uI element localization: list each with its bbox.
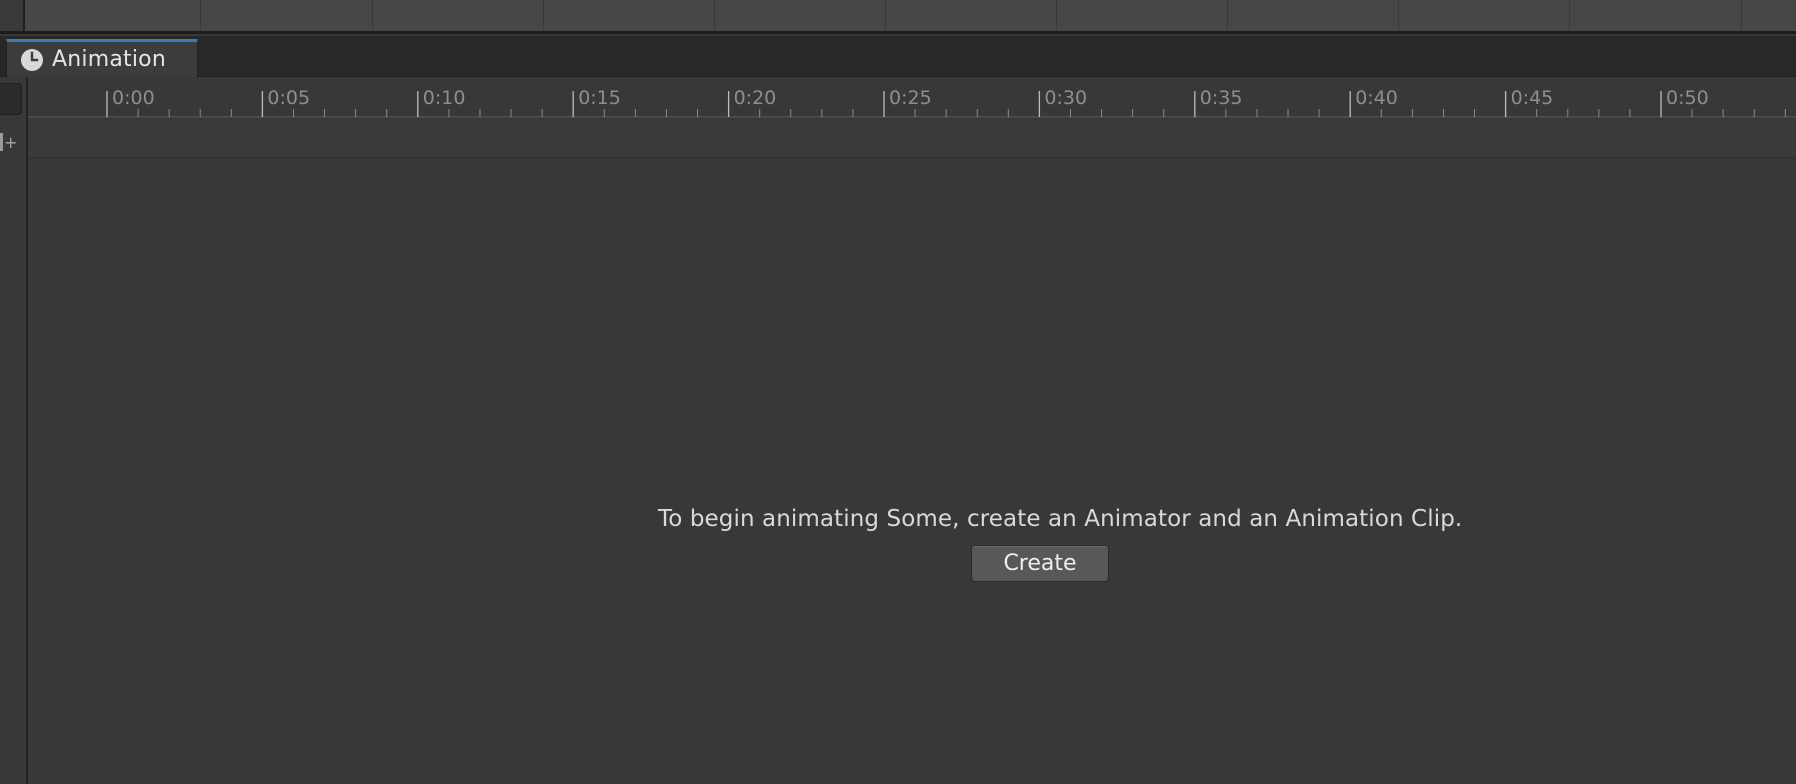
ruler-ticks: 0:00 0:05 0:10 0:15 0:20 0:25 0:30 0:35 0:40 0:45… [106, 87, 1786, 117]
grid-line [543, 0, 544, 34]
timeline-ruler[interactable]: 0:00 0:05 0:10 0:15 0:20 0:25 0:30 0:35 0:40 0:45… [28, 77, 1796, 118]
upper-panel-divider [0, 31, 1796, 34]
ruler-label: 0:40 [1355, 87, 1398, 109]
ruler-label: 0:30 [1044, 87, 1087, 109]
upper-panel-strip [0, 0, 1796, 34]
animation-window: Animation + 0:00 0:05 0:10 0:15 0:20 0:25 0:30… [0, 0, 1796, 784]
preview-toggle-button[interactable] [0, 83, 22, 115]
dopesheet-area: To begin animating Some, create an Anima… [28, 159, 1796, 784]
upper-panel-left-cap [0, 0, 25, 34]
ruler-label: 0:05 [267, 87, 310, 109]
grid-line [372, 0, 373, 34]
tab-animation[interactable]: Animation [6, 39, 198, 77]
clock-icon [20, 48, 44, 72]
grid-line [1056, 0, 1057, 34]
grid-line [1569, 0, 1570, 34]
ruler-label: 0:50 [1666, 87, 1709, 109]
add-keyframe-icon[interactable]: + [0, 125, 26, 159]
ruler-label: 0:00 [112, 87, 155, 109]
ruler-label: 0:20 [734, 87, 777, 109]
tab-label: Animation [52, 47, 166, 72]
ruler-label: 0:35 [1200, 87, 1243, 109]
empty-state-message: To begin animating Some, create an Anima… [658, 506, 1463, 532]
grid-line [1741, 0, 1742, 34]
properties-column: + [0, 77, 28, 784]
keyframe-row[interactable] [28, 119, 1796, 158]
ruler-label: 0:10 [423, 87, 466, 109]
grid-line [714, 0, 715, 34]
window-tab-bar: Animation [0, 36, 1796, 77]
ruler-label: 0:25 [889, 87, 932, 109]
grid-line [1227, 0, 1228, 34]
ruler-label: 0:45 [1511, 87, 1554, 109]
grid-line [200, 0, 201, 34]
grid-line [1398, 0, 1399, 34]
grid-line [885, 0, 886, 34]
ruler-label: 0:15 [578, 87, 621, 109]
create-button[interactable]: Create [971, 545, 1109, 582]
